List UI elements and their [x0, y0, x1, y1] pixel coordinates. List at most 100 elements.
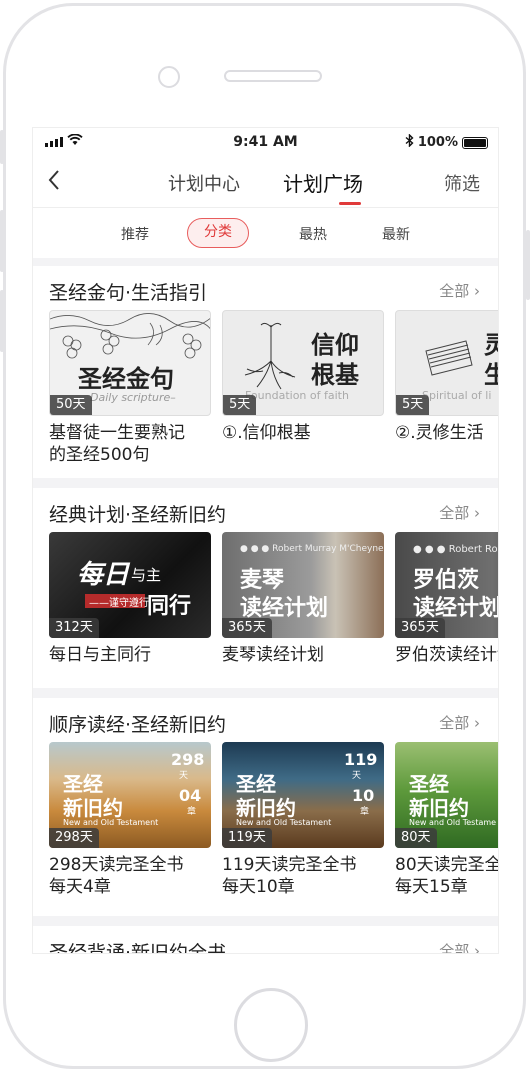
duration-badge: 298天: [49, 828, 99, 848]
cover-days-unit: 天: [352, 771, 362, 781]
plan-cover-image: 圣经金句 Daily scripture– 50天: [49, 310, 211, 416]
plan-name: 麦琴读经计划: [222, 645, 324, 665]
cover-title-2: 新旧约: [236, 796, 296, 820]
plan-name: 298天读完圣全书 每天4章: [49, 855, 184, 897]
bluetooth-icon: [405, 133, 414, 151]
category-tabs: 推荐 分类 最热 最新: [33, 208, 498, 266]
section-title: 顺序读经·圣经新旧约: [49, 714, 227, 736]
plan-name: 基督徒一生要熟记 的圣经500句: [49, 423, 185, 465]
cover-subtitle: New and Old Testament: [236, 818, 332, 827]
section-title: 圣经金句·生活指引: [49, 282, 208, 304]
cover-subtitle: ——谨守遵行: [89, 598, 149, 609]
plan-cover-image: ● ● ● Robert Murray M'Cheyne 麦琴 读经计划 365…: [222, 532, 384, 638]
plan-name: 每日与主同行: [49, 645, 151, 665]
cover-subtitle: Daily scripture–: [90, 391, 176, 404]
plan-card[interactable]: 圣经金句 Daily scripture– 50天 基督徒一生要熟记 的圣经500…: [49, 310, 211, 466]
plan-cover-image: 每日 与主 ——谨守遵行 同行 312天: [49, 532, 211, 638]
subtab-hottest[interactable]: 最热: [299, 224, 327, 244]
cover-title-2: 同行: [147, 594, 192, 619]
section-title: 经典计划·圣经新旧约: [49, 504, 227, 526]
cover-title: 圣经金句: [78, 365, 174, 393]
duration-badge: 365天: [395, 618, 445, 638]
duration-badge: 119天: [222, 828, 272, 848]
section-sequential-reading: 顺序读经·圣经新旧约 全部 › 圣经 新旧约 New and Old Testa…: [33, 698, 498, 916]
see-all-link[interactable]: 全部 ›: [439, 940, 480, 954]
active-tab-indicator: [339, 202, 361, 205]
plan-card[interactable]: ● ● ● Robert Murray M'Cheyne 麦琴 读经计划 365…: [222, 532, 384, 666]
see-all-link[interactable]: 全部 ›: [439, 502, 480, 523]
subtab-recommended[interactable]: 推荐: [121, 224, 149, 244]
cover-subtitle: Foundation of faith: [245, 389, 349, 402]
plan-cover-image: ● ● ● Robert Rob 罗伯茨 读经计划 365天: [395, 532, 499, 638]
plan-name: 罗伯茨读经计划: [395, 645, 498, 665]
section-classic-plans: 经典计划·圣经新旧约 全部 › 每日 与主 ——谨守遵行 同行 312天 每日与…: [33, 488, 498, 688]
subtab-category[interactable]: 分类: [187, 218, 249, 248]
plan-card[interactable]: 信仰 根基 Foundation of faith 5天 ①.信仰根基: [222, 310, 384, 444]
section-title: 圣经背诵·新旧约全书: [49, 942, 227, 954]
cover-title: 每日: [77, 560, 130, 590]
cover-subtitle: ● ● ● Robert Rob: [413, 544, 499, 555]
chevron-right-icon: ›: [474, 504, 480, 522]
see-all-link[interactable]: 全部 ›: [439, 280, 480, 301]
duration-badge: 5天: [396, 395, 430, 415]
plan-card[interactable]: 每日 与主 ——谨守遵行 同行 312天 每日与主同行: [49, 532, 211, 666]
filter-button[interactable]: 筛选: [444, 170, 480, 196]
plan-card[interactable]: 灵 生 Spiritual of li 5天 ②.灵修生活: [395, 310, 498, 444]
tab-plan-center[interactable]: 计划中心: [168, 170, 240, 196]
chevron-left-icon: [48, 170, 59, 190]
battery-percent: 100%: [417, 135, 458, 150]
section-divider: [33, 916, 498, 926]
cover-chapters-number: 04: [179, 786, 202, 805]
plan-cover-image: 圣经 新旧约 New and Old Testame 80天: [395, 742, 498, 848]
status-bar: 9:41 AM 100%: [33, 128, 498, 156]
chevron-right-icon: ›: [474, 942, 480, 954]
cover-subtitle: Spiritual of li: [422, 389, 492, 402]
plan-name: ②.灵修生活: [395, 423, 484, 443]
home-button[interactable]: [234, 988, 308, 1062]
cover-title-small: 与主: [131, 566, 162, 584]
duration-badge: 5天: [223, 395, 257, 415]
duration-badge: 365天: [222, 618, 272, 638]
chevron-right-icon: ›: [474, 282, 480, 300]
plan-name: ①.信仰根基: [222, 423, 311, 443]
cover-days-unit: 天: [179, 771, 189, 781]
cover-subtitle: New and Old Testament: [63, 818, 159, 827]
front-camera: [158, 66, 180, 88]
cover-title-2: 新旧约: [63, 796, 123, 820]
cover-days-number: 119: [344, 750, 378, 769]
plan-name: 80天读完圣全书每天15章: [395, 855, 498, 897]
tab-plan-plaza[interactable]: 计划广场: [283, 168, 363, 197]
cover-title-2: 生: [484, 355, 498, 390]
section-memorization: 圣经背诵·新旧约全书 全部 ›: [33, 926, 498, 954]
plan-cover-image: 圣经 新旧约 New and Old Testament 298 天 04 章 …: [49, 742, 211, 848]
plan-cover-image: 灵 生 Spiritual of li 5天: [395, 310, 498, 416]
section-scripture: 圣经金句·生活指引 全部 › 圣经金句 Daily scripture– 50天…: [33, 266, 498, 478]
plan-name: 119天读完圣全书 每天10章: [222, 855, 357, 897]
chevron-right-icon: ›: [474, 714, 480, 732]
plan-card[interactable]: 圣经 新旧约 New and Old Testame 80天 80天读完圣全书每…: [395, 742, 498, 898]
cover-chapters-number: 10: [352, 786, 375, 805]
plan-cover-image: 信仰 根基 Foundation of faith 5天: [222, 310, 384, 416]
duration-badge: 80天: [395, 828, 437, 848]
cover-chapters-unit: 章: [360, 807, 370, 817]
power-button: [526, 230, 530, 300]
plan-cover-image: 圣经 新旧约 New and Old Testament 119 天 10 章 …: [222, 742, 384, 848]
cover-subtitle: New and Old Testame: [409, 818, 497, 827]
plan-card[interactable]: ● ● ● Robert Rob 罗伯茨 读经计划 365天 罗伯茨读经计划: [395, 532, 499, 666]
cover-days-number: 298: [171, 750, 205, 769]
cover-subtitle: ● ● ● Robert Murray M'Cheyne: [240, 544, 384, 554]
section-divider: [33, 478, 498, 488]
app-screen: 9:41 AM 100% 计划中心 计划广场 筛选 推荐 分类 最热 最新 圣经…: [32, 127, 499, 954]
see-all-link[interactable]: 全部 ›: [439, 712, 480, 733]
duration-badge: 50天: [50, 395, 92, 415]
subtab-newest[interactable]: 最新: [382, 224, 410, 244]
plan-card[interactable]: 圣经 新旧约 New and Old Testament 119 天 10 章 …: [222, 742, 384, 898]
nav-bar: 计划中心 计划广场 筛选: [33, 156, 498, 208]
earpiece-speaker: [224, 70, 322, 82]
duration-badge: 312天: [49, 618, 99, 638]
plan-card[interactable]: 圣经 新旧约 New and Old Testament 298 天 04 章 …: [49, 742, 211, 898]
cover-title-2: 新旧约: [409, 796, 469, 820]
battery-icon: [462, 136, 488, 149]
cover-title-2: 根基: [311, 361, 359, 389]
back-button[interactable]: [47, 168, 71, 192]
